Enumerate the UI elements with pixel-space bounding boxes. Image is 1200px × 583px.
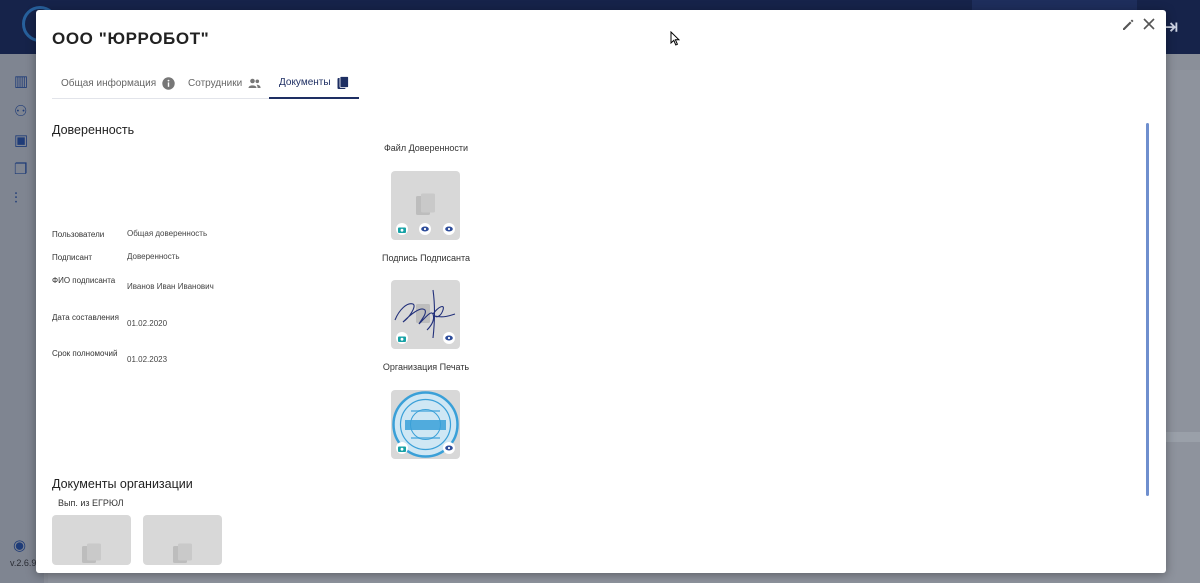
attachment-caption-stamp: Организация Печать bbox=[382, 362, 470, 372]
eye-icon bbox=[445, 335, 453, 341]
edit-icon[interactable] bbox=[1121, 18, 1135, 32]
attachment-caption-signature: Подпись Подписанта bbox=[381, 253, 471, 263]
briefcase-icon[interactable]: ▣ bbox=[14, 133, 32, 149]
modal-tabs: Общая информация Сотрудники Документы bbox=[52, 68, 359, 99]
field-label-users: Пользователи bbox=[52, 230, 105, 239]
power-of-attorney-title: Доверенность bbox=[52, 123, 135, 137]
view-button[interactable] bbox=[419, 223, 431, 235]
mouse-cursor-icon bbox=[670, 31, 680, 46]
broadcast-icon[interactable]: ◉ bbox=[13, 536, 26, 554]
organization-modal: ООО "ЮРРОБОТ" Общая информация Сотрудник… bbox=[36, 10, 1166, 573]
eye-icon bbox=[421, 226, 429, 232]
field-value-users: Общая доверенность bbox=[127, 229, 208, 238]
placeholder-document-icon bbox=[173, 543, 192, 563]
background-strip bbox=[1166, 432, 1200, 442]
modal-scrollbar[interactable] bbox=[1146, 123, 1149, 496]
upload-button[interactable] bbox=[396, 223, 408, 235]
upload-button[interactable] bbox=[396, 442, 408, 454]
tab-general-info[interactable]: Общая информация bbox=[61, 68, 175, 98]
placeholder-document-icon bbox=[416, 193, 435, 215]
documents-icon bbox=[337, 75, 349, 89]
tab-employees[interactable]: Сотрудники bbox=[188, 68, 261, 98]
users-icon[interactable]: ⚇ bbox=[14, 104, 32, 120]
dashboard-icon[interactable]: ▥ bbox=[14, 74, 32, 90]
field-label-signer: Подписант bbox=[52, 253, 93, 262]
field-label-issue-date: Дата составления bbox=[52, 313, 119, 322]
view-button[interactable] bbox=[443, 442, 455, 454]
view-button-2[interactable] bbox=[443, 223, 455, 235]
field-value-signer: Доверенность bbox=[127, 252, 180, 261]
org-document-thumb[interactable] bbox=[52, 515, 131, 565]
tab-label: Сотрудники bbox=[188, 77, 243, 89]
view-button[interactable] bbox=[443, 332, 455, 344]
field-value-issue-date: 01.02.2020 bbox=[127, 319, 168, 328]
app-version: v.2.6.9 bbox=[10, 558, 37, 568]
attachment-caption-file: Файл Доверенности bbox=[383, 143, 469, 153]
attachment-thumb-signature[interactable] bbox=[391, 280, 460, 349]
info-icon bbox=[162, 76, 175, 90]
settings-sliders-icon[interactable]: ⫶ bbox=[14, 191, 32, 207]
documents-nav-icon[interactable]: ❐ bbox=[14, 162, 32, 178]
field-value-signer-name: Иванов Иван Иванович bbox=[127, 282, 214, 291]
org-documents-title: Документы организации bbox=[52, 477, 193, 491]
camera-icon bbox=[398, 227, 406, 233]
org-document-thumb[interactable] bbox=[143, 515, 222, 565]
people-icon bbox=[248, 78, 261, 88]
upload-button[interactable] bbox=[396, 332, 408, 344]
field-value-term: 01.02.2023 bbox=[127, 355, 168, 364]
tab-label: Общая информация bbox=[61, 77, 157, 89]
close-icon[interactable] bbox=[1142, 17, 1156, 31]
camera-icon bbox=[398, 446, 406, 452]
tab-label: Документы bbox=[279, 77, 331, 88]
modal-title: ООО "ЮРРОБОТ" bbox=[52, 29, 210, 48]
eye-icon bbox=[445, 226, 453, 232]
tab-documents[interactable]: Документы bbox=[269, 68, 359, 99]
eye-icon bbox=[445, 445, 453, 451]
field-label-term: Срок полномочий bbox=[52, 349, 118, 358]
egrul-extract-caption: Вып. из ЕГРЮЛ bbox=[58, 498, 124, 508]
placeholder-document-icon bbox=[82, 543, 101, 563]
field-label-signer-name: ФИО подписанта bbox=[52, 276, 116, 285]
attachment-thumb-stamp[interactable] bbox=[391, 390, 460, 459]
attachment-thumb-file[interactable] bbox=[391, 171, 460, 240]
camera-icon bbox=[398, 336, 406, 342]
